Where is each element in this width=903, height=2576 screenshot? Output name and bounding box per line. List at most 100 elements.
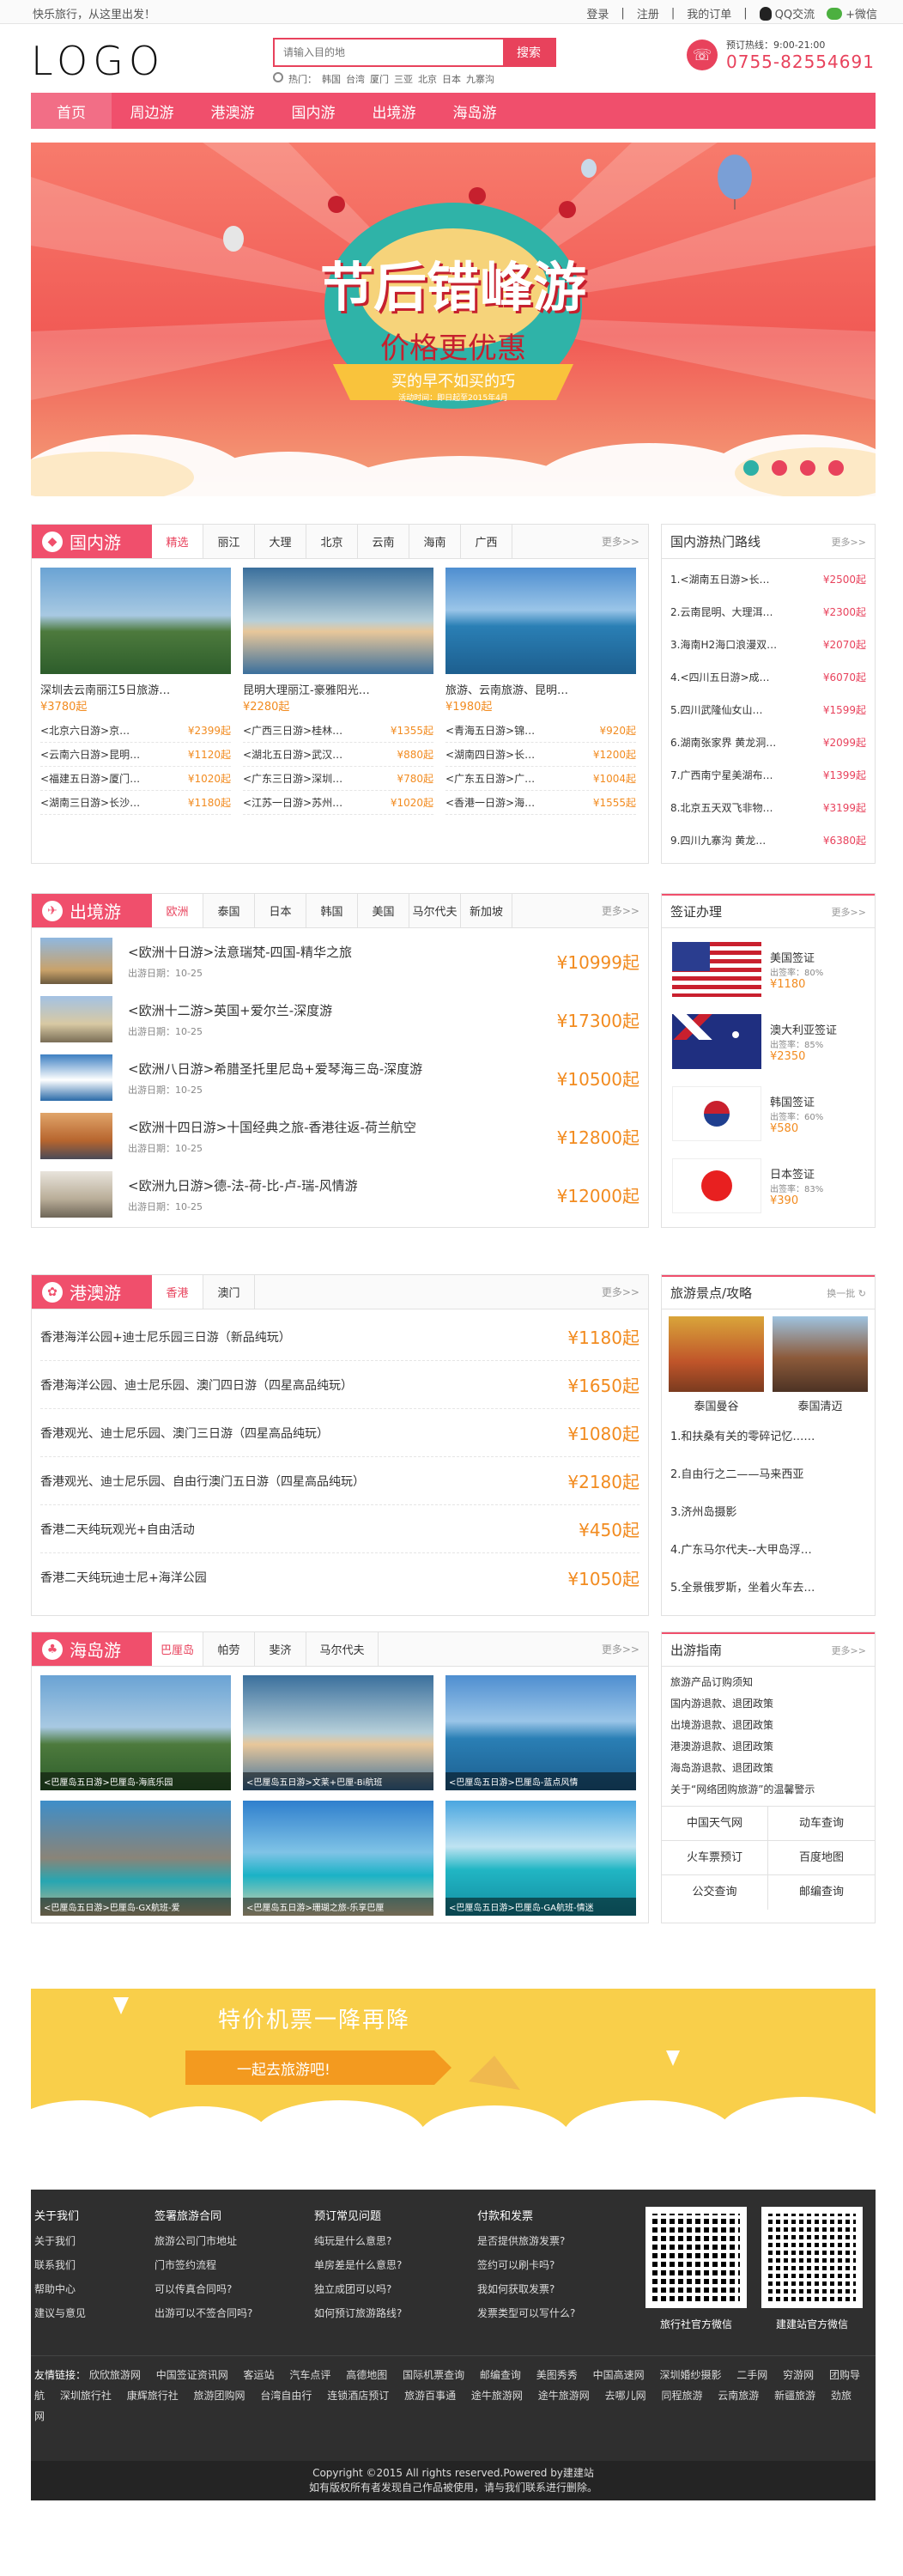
hot-route-item[interactable]: 8.北京五天双飞非物… ¥3199起 bbox=[670, 791, 866, 823]
nav-domestic[interactable]: 国内游 bbox=[273, 93, 354, 129]
price-item[interactable]: <广西三日游>桂林… ¥1355起 bbox=[243, 719, 433, 743]
nav-island[interactable]: 海岛游 bbox=[434, 93, 515, 129]
friend-link[interactable]: 国际机票查询 bbox=[403, 2369, 464, 2381]
friend-link[interactable]: 途牛旅游网 bbox=[471, 2390, 523, 2402]
nav-hkmacau[interactable]: 港澳游 bbox=[192, 93, 273, 129]
utility-link[interactable]: 公交查询 bbox=[662, 1875, 768, 1910]
footer-link[interactable]: 关于我们 bbox=[34, 2233, 155, 2257]
tab-hainan[interactable]: 海南 bbox=[409, 525, 461, 558]
friend-link[interactable]: 美图秀秀 bbox=[536, 2369, 578, 2381]
tab-yunnan[interactable]: 云南 bbox=[358, 525, 409, 558]
friend-link[interactable]: 连锁酒店预订 bbox=[327, 2390, 389, 2402]
friend-link[interactable]: 邮编查询 bbox=[480, 2369, 521, 2381]
guide-link[interactable]: 出境游退款、退团政策 bbox=[670, 1715, 866, 1736]
friend-link[interactable]: 二手网 bbox=[736, 2369, 767, 2381]
guide-link[interactable]: 旅游产品订购须知 bbox=[670, 1672, 866, 1693]
friend-link[interactable]: 去哪儿网 bbox=[605, 2390, 646, 2402]
utility-link[interactable]: 中国天气网 bbox=[662, 1807, 768, 1841]
footer-link[interactable]: 可以传真合同吗? bbox=[155, 2281, 314, 2306]
price-item[interactable]: <江苏一日游>苏州… ¥1020起 bbox=[243, 791, 433, 815]
footer-link[interactable]: 建议与意见 bbox=[34, 2306, 155, 2330]
hk-tour-item[interactable]: 香港二天纯玩迪士尼+海洋公园 ¥1050起 bbox=[40, 1553, 639, 1601]
friend-link[interactable]: 旅游团购网 bbox=[194, 2390, 245, 2402]
tab-japan[interactable]: 日本 bbox=[255, 894, 306, 927]
travel-guide-more[interactable]: 更多>> bbox=[832, 1643, 866, 1657]
qq-link[interactable]: QQ交流 bbox=[759, 5, 815, 21]
island-card[interactable]: <巴厘岛五日游>巴厘岛-蓝点风情 bbox=[445, 1675, 636, 1790]
friend-link[interactable]: 中国高速网 bbox=[593, 2369, 645, 2381]
tab-usa[interactable]: 美国 bbox=[358, 894, 409, 927]
utility-link[interactable]: 百度地图 bbox=[768, 1841, 875, 1875]
friend-link[interactable]: 康辉旅行社 bbox=[127, 2390, 179, 2402]
promo-banner[interactable]: 特价机票一降再降 一起去旅游吧! bbox=[31, 1989, 876, 2140]
tab-lijiang[interactable]: 丽江 bbox=[203, 525, 255, 558]
tab-europe[interactable]: 欧洲 bbox=[152, 894, 203, 927]
guide-pic[interactable]: 泰国曼谷 bbox=[669, 1316, 764, 1413]
friend-link[interactable]: 欣欣旅游网 bbox=[89, 2369, 141, 2381]
hot-link[interactable]: 日本 bbox=[442, 72, 461, 86]
footer-link[interactable]: 我如何获取发票? bbox=[477, 2281, 640, 2306]
product-card[interactable]: 深圳去云南丽江5日旅游… ¥3780起 bbox=[40, 568, 231, 714]
tab-maldives[interactable]: 马尔代夫 bbox=[409, 894, 461, 927]
price-item[interactable]: <香港一日游>海… ¥1555起 bbox=[445, 791, 636, 815]
price-item[interactable]: <北京六日游>京… ¥2399起 bbox=[40, 719, 231, 743]
footer-link[interactable]: 联系我们 bbox=[34, 2257, 155, 2281]
island-card[interactable]: <巴厘岛五日游>巴厘岛-海底乐园 bbox=[40, 1675, 231, 1790]
guide-item[interactable]: 1.和扶桑有关的零碎记忆…… bbox=[670, 1419, 866, 1456]
friend-link[interactable]: 新疆旅游 bbox=[774, 2390, 815, 2402]
tab-hongkong[interactable]: 香港 bbox=[152, 1275, 203, 1309]
my-orders-link[interactable]: 我的订单 bbox=[687, 5, 731, 21]
footer-link[interactable]: 发票类型可以写什么? bbox=[477, 2306, 640, 2330]
guide-link[interactable]: 关于“网络团购旅游”的温馨警示 bbox=[670, 1779, 866, 1801]
hk-tour-item[interactable]: 香港二天纯玩观光+自由活动 ¥450起 bbox=[40, 1505, 639, 1553]
friend-link[interactable]: 穷游网 bbox=[783, 2369, 814, 2381]
friend-link[interactable]: 客运站 bbox=[244, 2369, 275, 2381]
tab-dali[interactable]: 大理 bbox=[255, 525, 306, 558]
search-input[interactable] bbox=[275, 39, 503, 65]
friend-link[interactable]: 旅游百事通 bbox=[404, 2390, 456, 2402]
hot-route-item[interactable]: 3.海南H2海口浪漫双… ¥2070起 bbox=[670, 628, 866, 660]
guide-link[interactable]: 海岛游退款、退团政策 bbox=[670, 1758, 866, 1779]
price-item[interactable]: <福建五日游>厦门… ¥1020起 bbox=[40, 767, 231, 791]
tab-fiji[interactable]: 斐济 bbox=[255, 1632, 306, 1666]
friend-link[interactable]: 深圳旅行社 bbox=[60, 2390, 112, 2402]
weixin-link[interactable]: +微信 bbox=[827, 5, 877, 21]
price-item[interactable]: <湖南四日游>长… ¥1200起 bbox=[445, 743, 636, 767]
hot-link[interactable]: 厦门 bbox=[370, 72, 389, 86]
login-link[interactable]: 登录 bbox=[586, 5, 609, 21]
footer-link[interactable]: 帮助中心 bbox=[34, 2281, 155, 2306]
nav-home[interactable]: 首页 bbox=[31, 93, 112, 129]
site-logo[interactable]: LOGO bbox=[31, 38, 165, 84]
hot-link[interactable]: 九寨沟 bbox=[466, 72, 494, 86]
tab-guangxi[interactable]: 广西 bbox=[461, 525, 512, 558]
footer-link[interactable]: 是否提供旅游发票? bbox=[477, 2233, 640, 2257]
hot-link[interactable]: 三亚 bbox=[394, 72, 413, 86]
tab-featured[interactable]: 精选 bbox=[152, 525, 203, 558]
hot-route-item[interactable]: 6.湖南张家界 黄龙洞… ¥2099起 bbox=[670, 726, 866, 758]
footer-link[interactable]: 出游可以不签合同吗? bbox=[155, 2306, 314, 2330]
search-button[interactable]: 搜索 bbox=[503, 39, 555, 65]
island-card[interactable]: <巴厘岛五日游>文莱+巴厘-Bi航班 bbox=[243, 1675, 433, 1790]
footer-link[interactable]: 如何预订旅游路线? bbox=[314, 2306, 477, 2330]
tab-singapore[interactable]: 新加坡 bbox=[461, 894, 512, 927]
friend-link[interactable]: 深圳婚纱摄影 bbox=[659, 2369, 721, 2381]
footer-link[interactable]: 单房差是什么意思? bbox=[314, 2257, 477, 2281]
tab-beijing[interactable]: 北京 bbox=[306, 525, 358, 558]
visa-more[interactable]: 更多>> bbox=[832, 905, 866, 919]
domestic-hot-more[interactable]: 更多>> bbox=[832, 535, 866, 549]
refresh-link[interactable]: 换一批 ↻ bbox=[827, 1286, 866, 1300]
hero-banner[interactable]: 节后错峰游 价格更优惠 买的早不如买的巧 活动时间：即日起至2015年4月 bbox=[31, 143, 876, 496]
tab-maldives-island[interactable]: 马尔代夫 bbox=[306, 1632, 379, 1666]
hot-link[interactable]: 北京 bbox=[418, 72, 437, 86]
island-card[interactable]: <巴厘岛五日游>珊瑚之旅-乐享巴厘 bbox=[243, 1801, 433, 1916]
footer-link[interactable]: 独立成团可以吗? bbox=[314, 2281, 477, 2306]
island-card[interactable]: <巴厘岛五日游>巴厘岛-GA航班-情迷 bbox=[445, 1801, 636, 1916]
footer-link[interactable]: 签约可以刷卡吗? bbox=[477, 2257, 640, 2281]
utility-link[interactable]: 邮编查询 bbox=[768, 1875, 875, 1910]
tab-thailand[interactable]: 泰国 bbox=[203, 894, 255, 927]
friend-link[interactable]: 中国签证资讯网 bbox=[156, 2369, 228, 2381]
island-card[interactable]: <巴厘岛五日游>巴厘岛-GX航班-爱 bbox=[40, 1801, 231, 1916]
hot-route-item[interactable]: 4.<四川五日游>成… ¥6070起 bbox=[670, 660, 866, 693]
friend-link[interactable]: 同程旅游 bbox=[661, 2390, 702, 2402]
outbound-item[interactable]: <欧洲八日游>希腊圣托里尼岛+爱琴海三岛-深度游 出游日期：10-25 ¥1050… bbox=[40, 1048, 639, 1107]
